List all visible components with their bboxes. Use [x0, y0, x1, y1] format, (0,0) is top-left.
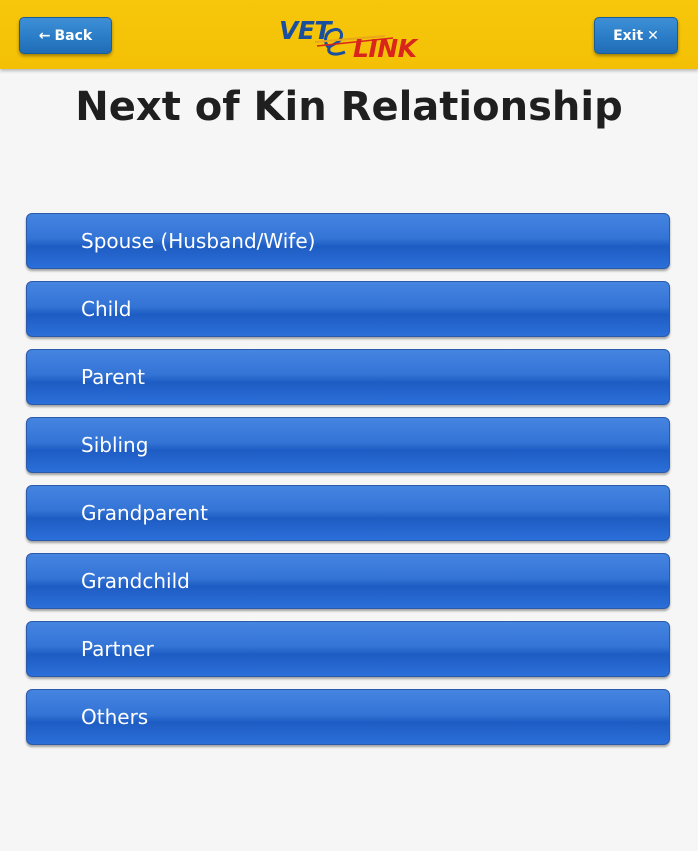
option-label: Grandparent [81, 501, 208, 525]
option-others-button[interactable]: Others [26, 689, 670, 745]
option-grandchild-button[interactable]: Grandchild [26, 553, 670, 609]
option-partner-button[interactable]: Partner [26, 621, 670, 677]
option-spouse-button[interactable]: Spouse (Husband/Wife) [26, 213, 670, 269]
back-button-label: Back [54, 27, 93, 44]
option-label: Spouse (Husband/Wife) [81, 229, 316, 253]
exit-button[interactable]: Exit ✕ [594, 17, 678, 54]
header-bar: ← Back VET LINK Exit ✕ [0, 0, 698, 69]
option-label: Partner [81, 637, 154, 661]
page-title: Next of Kin Relationship [75, 84, 623, 130]
exit-button-label: Exit [613, 27, 644, 44]
option-label: Parent [81, 365, 146, 389]
option-child-button[interactable]: Child [26, 281, 670, 337]
vetlink-logo: VET LINK [279, 14, 419, 63]
back-button[interactable]: ← Back [19, 17, 112, 54]
option-label: Child [81, 297, 132, 321]
option-parent-button[interactable]: Parent [26, 349, 670, 405]
logo-text-link: LINK [353, 34, 417, 63]
arrow-left-icon: ← [38, 27, 51, 44]
option-label: Grandchild [81, 569, 190, 593]
close-icon: ✕ [647, 27, 659, 44]
relationship-options-list: Spouse (Husband/Wife) Child Parent Sibli… [26, 213, 670, 757]
option-label: Others [81, 705, 149, 729]
option-grandparent-button[interactable]: Grandparent [26, 485, 670, 541]
option-sibling-button[interactable]: Sibling [26, 417, 670, 473]
option-label: Sibling [81, 433, 149, 457]
